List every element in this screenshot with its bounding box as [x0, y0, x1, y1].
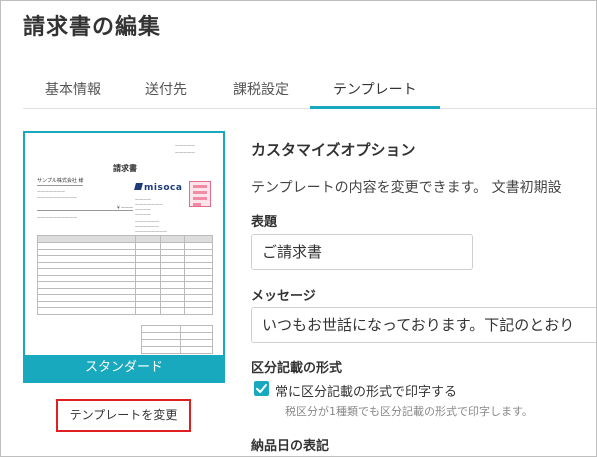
tab-basic-info[interactable]: 基本情報	[45, 79, 101, 99]
preview-date-line: —————	[175, 143, 195, 148]
tab-tax-settings[interactable]: 課税設定	[233, 79, 289, 99]
tab-template[interactable]: テンプレート	[333, 79, 417, 99]
template-card-standard[interactable]: ————— ————— 請求書 サンプル株式会社 様 ——————— —————…	[23, 131, 225, 383]
preview-items-table	[37, 235, 213, 315]
preview-subject-line: ———————	[37, 189, 65, 194]
message-label: メッセージ	[251, 289, 316, 304]
page-title: 請求書の編集	[23, 15, 162, 40]
tax-format-checkbox-label[interactable]: 常に区分記載の形式で印字する	[275, 381, 457, 400]
customize-options-title: カスタマイズオプション	[251, 141, 416, 159]
preview-doc-title: 請求書	[113, 164, 137, 173]
tab-recipient[interactable]: 送付先	[145, 79, 187, 99]
tax-format-label: 区分記載の形式	[251, 361, 343, 376]
message-input[interactable]: いつもお世話になっております。下記のとおり	[251, 307, 596, 343]
delivery-date-label: 納品日の表記	[251, 439, 330, 454]
preview-customer: サンプル株式会社 様	[37, 178, 84, 186]
preview-message-line: ——————————	[37, 195, 77, 200]
tax-format-note: 税区分が1種類でも区分記載の形式で印字します。	[285, 405, 533, 418]
misoca-logo: misoca	[134, 183, 182, 193]
checkmark-icon	[256, 384, 267, 393]
subject-input[interactable]: ご請求書	[251, 234, 473, 270]
customize-description: テンプレートの内容を変更できます。 文書初期設	[251, 180, 562, 196]
template-name: スタンダード	[25, 355, 223, 381]
preview-totals-table	[140, 325, 213, 354]
app-window: 請求書の編集 基本情報 送付先 課税設定 テンプレート ————— ————— …	[0, 0, 597, 457]
seal-stamp-icon	[189, 181, 211, 207]
template-preview: ————— ————— 請求書 サンプル株式会社 様 ——————— —————…	[25, 133, 223, 355]
preview-amount-line: ¥ ———	[37, 205, 133, 211]
change-template-button[interactable]: テンプレートを変更	[56, 399, 191, 432]
tab-bar: 基本情報 送付先 課税設定 テンプレート	[23, 73, 596, 109]
tax-format-checkbox[interactable]	[254, 381, 269, 396]
preview-due-line: ——————————	[37, 215, 77, 220]
active-tab-indicator	[310, 106, 440, 109]
preview-number-line: —————	[175, 150, 195, 155]
preview-sender-info: ———— ——————— ———— ————	[135, 197, 163, 217]
subject-label: 表題	[251, 215, 278, 230]
preview-sender-contact: —————— —————— ————————	[135, 219, 167, 234]
